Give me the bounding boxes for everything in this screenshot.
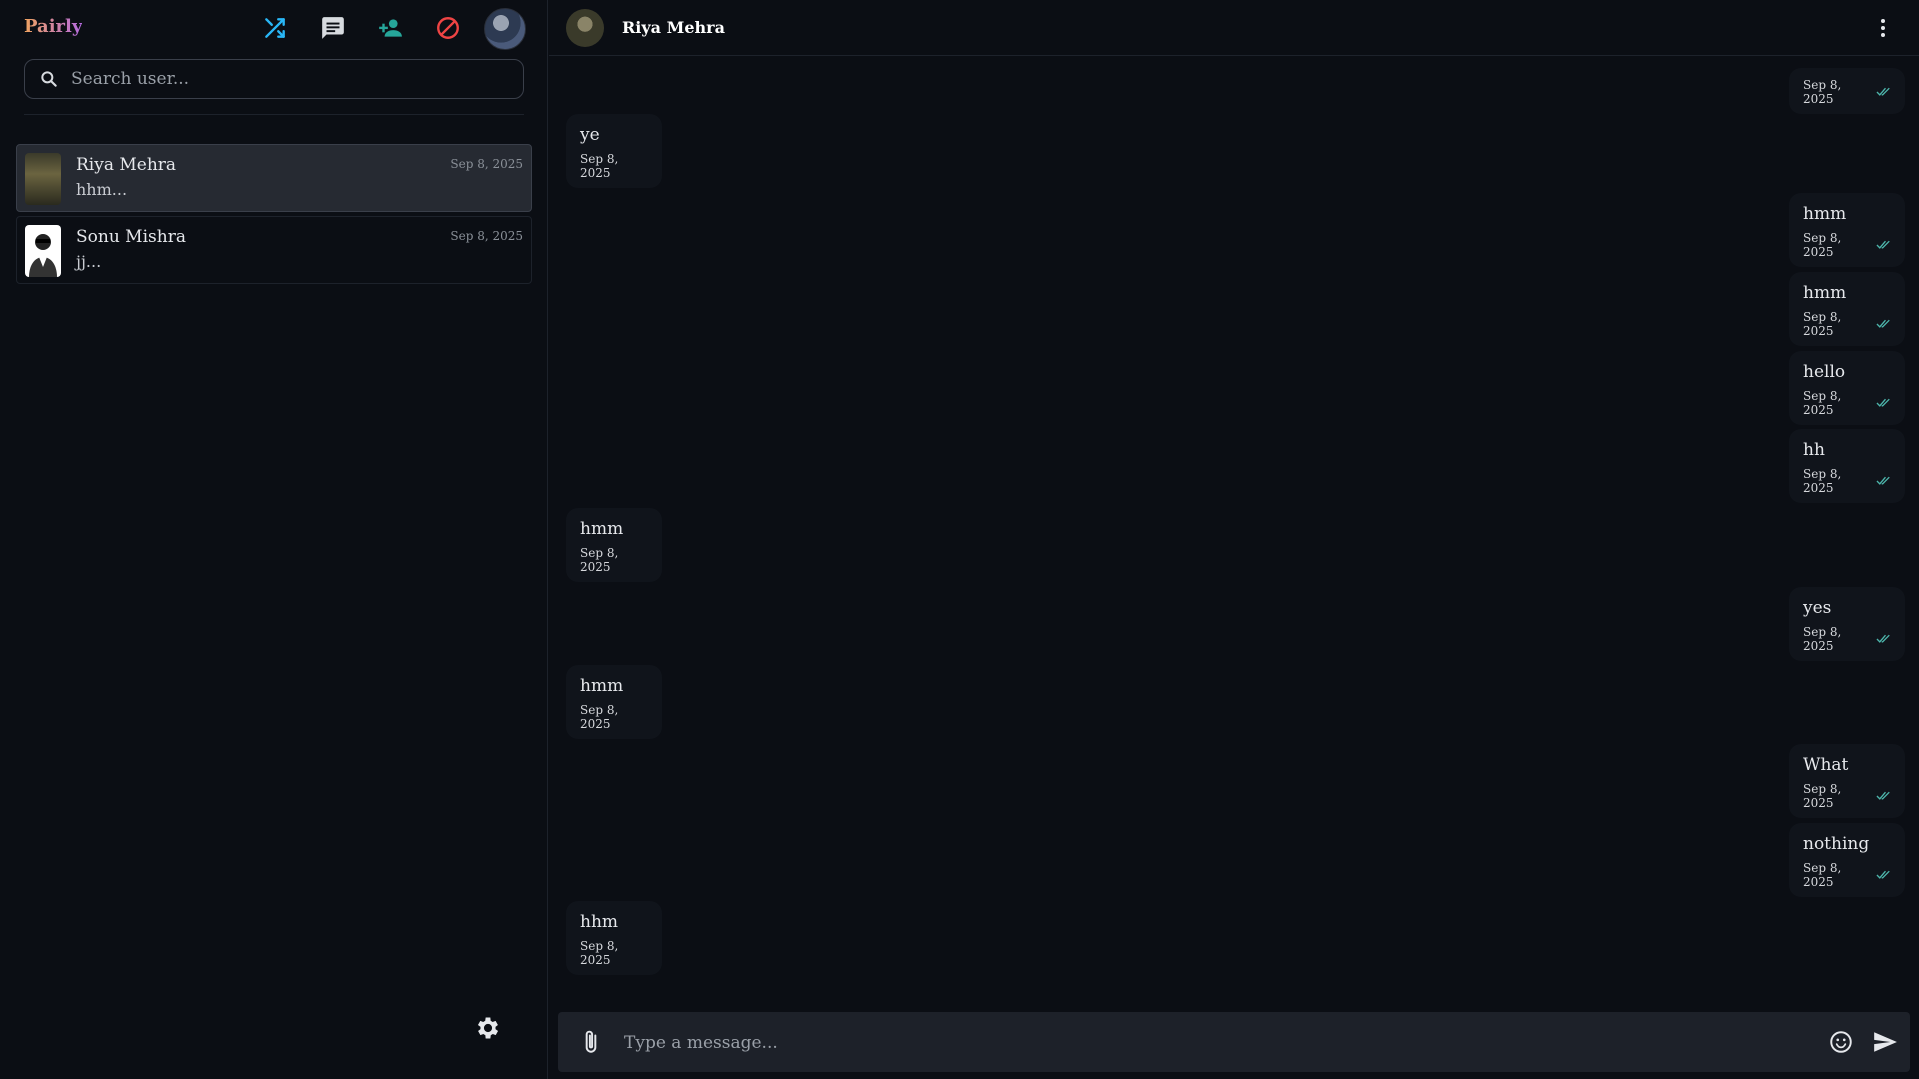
chat-item-preview: jj... (76, 252, 102, 271)
message-text: hh (1803, 440, 1825, 460)
message-text: hhm (580, 912, 619, 932)
double-check-icon (1876, 319, 1890, 328)
message-bubble: hmm Sep 8, 2025 (1789, 193, 1905, 267)
message-time: Sep 8, 2025 (1803, 78, 1842, 106)
message-bubble: hello Sep 8, 2025 (1789, 351, 1905, 425)
contact-avatar[interactable] (566, 9, 604, 47)
message-time: Sep 8, 2025 (580, 939, 619, 967)
message-text: hmm (580, 519, 624, 539)
double-check-icon (1876, 634, 1890, 643)
message-bubble: ye Sep 8, 2025 (566, 114, 662, 188)
sidebar: Pairly Riya Mehra hhm... Sep 8, 2025 (0, 0, 548, 1079)
chat-item-riya-mehra[interactable]: Riya Mehra hhm... Sep 8, 2025 (16, 144, 532, 212)
double-check-icon (1876, 87, 1890, 96)
message-input[interactable] (622, 1026, 1756, 1060)
message-time: Sep 8, 2025 (1803, 310, 1842, 338)
contact-name: Riya Mehra (622, 18, 725, 37)
message-time: Sep 8, 2025 (1803, 861, 1842, 889)
profile-avatar[interactable] (484, 8, 526, 50)
chat-item-sonu-mishra[interactable]: Sonu Mishra jj... Sep 8, 2025 (16, 216, 532, 284)
search-input[interactable] (69, 68, 493, 90)
divider (24, 114, 524, 115)
app-logo: Pairly (24, 16, 83, 37)
emoji-icon[interactable] (1828, 1029, 1854, 1055)
search-icon (41, 71, 57, 87)
chat-item-name: Riya Mehra (76, 155, 177, 175)
message-time: Sep 8, 2025 (1803, 231, 1842, 259)
block-icon[interactable] (434, 14, 462, 42)
double-check-icon (1876, 870, 1890, 879)
message-text: hmm (1803, 283, 1847, 303)
message-text: hello (1803, 362, 1846, 382)
message-bubble: nothing Sep 8, 2025 (1789, 823, 1905, 897)
message-time: Sep 8, 2025 (1803, 389, 1842, 417)
message-text: yes (1803, 598, 1832, 618)
message-text: hmm (580, 676, 624, 696)
chat-list: Riya Mehra hhm... Sep 8, 2025 Sonu Mishr… (16, 144, 532, 288)
double-check-icon (1876, 240, 1890, 249)
message-bubble: yes Sep 8, 2025 (1789, 587, 1905, 661)
message-time: Sep 8, 2025 (580, 703, 619, 731)
message-bubble: What Sep 8, 2025 (1789, 744, 1905, 818)
chat-panel: Riya Mehra Sep 8, 2025 ye Sep 8, 2025 hm… (549, 0, 1919, 1079)
settings-gear-icon[interactable] (474, 1014, 502, 1042)
avatar (25, 225, 61, 277)
message-list: Sep 8, 2025 ye Sep 8, 2025 hmm Sep 8, 20… (549, 56, 1919, 1006)
double-check-icon (1876, 398, 1890, 407)
chat-icon[interactable] (319, 14, 347, 42)
double-check-icon (1876, 476, 1890, 485)
message-time: Sep 8, 2025 (580, 152, 619, 180)
chat-item-date: Sep 8, 2025 (450, 229, 523, 243)
message-text: ye (580, 125, 600, 145)
shuffle-icon[interactable] (261, 14, 289, 42)
message-bubble: Sep 8, 2025 (1789, 68, 1905, 114)
chat-item-name: Sonu Mishra (76, 227, 186, 247)
message-composer (558, 1012, 1910, 1072)
message-time: Sep 8, 2025 (1803, 467, 1842, 495)
attach-paperclip-icon[interactable] (578, 1029, 604, 1055)
message-bubble: hmm Sep 8, 2025 (566, 665, 662, 739)
chat-item-date: Sep 8, 2025 (450, 157, 523, 171)
message-bubble: hmm Sep 8, 2025 (566, 508, 662, 582)
message-bubble: hmm Sep 8, 2025 (1789, 272, 1905, 346)
message-text: What (1803, 755, 1849, 775)
message-text: nothing (1803, 834, 1870, 854)
search-box[interactable] (24, 59, 524, 99)
more-options-icon[interactable] (1871, 16, 1895, 40)
message-text: hmm (1803, 204, 1847, 224)
chat-header: Riya Mehra (549, 0, 1919, 56)
double-check-icon (1876, 791, 1890, 800)
send-icon[interactable] (1871, 1029, 1899, 1055)
avatar (25, 153, 61, 205)
message-bubble: hhm Sep 8, 2025 (566, 901, 662, 975)
add-user-icon[interactable] (376, 14, 404, 42)
message-bubble: hh Sep 8, 2025 (1789, 429, 1905, 503)
message-time: Sep 8, 2025 (1803, 782, 1842, 810)
chat-item-preview: hhm... (76, 180, 128, 199)
message-time: Sep 8, 2025 (580, 546, 619, 574)
message-time: Sep 8, 2025 (1803, 625, 1842, 653)
